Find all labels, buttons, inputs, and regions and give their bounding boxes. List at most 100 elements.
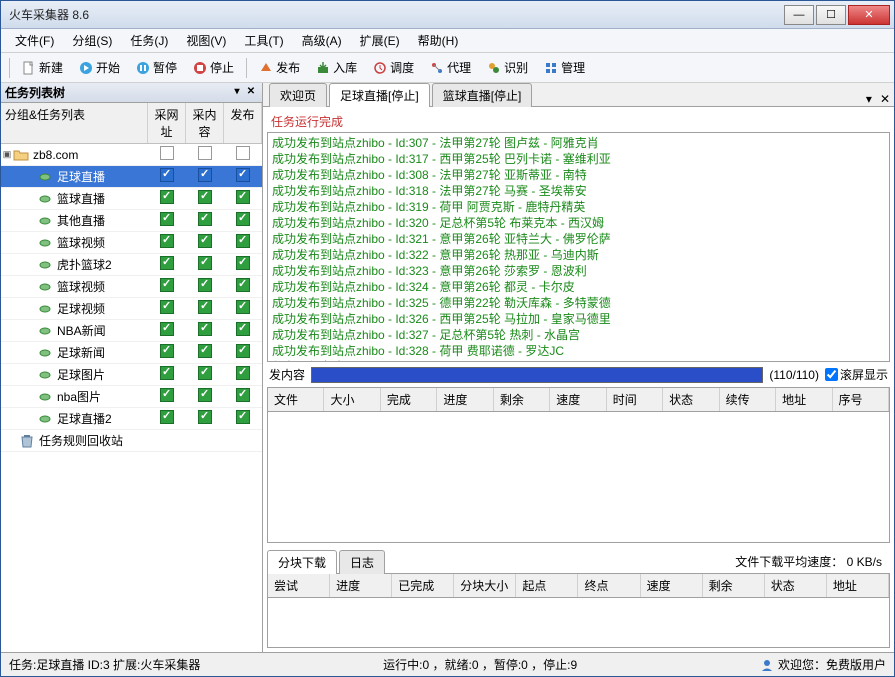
grid-col[interactable]: 起点	[516, 574, 578, 597]
grid-col[interactable]: 进度	[330, 574, 392, 597]
checkbox[interactable]	[160, 344, 174, 358]
file-grid-body[interactable]	[267, 412, 890, 543]
grid-col[interactable]: 状态	[765, 574, 827, 597]
checkbox[interactable]	[198, 256, 212, 270]
checkbox[interactable]	[160, 212, 174, 226]
tab[interactable]: 篮球直播[停止]	[432, 83, 533, 107]
close-button[interactable]: ✕	[848, 5, 890, 25]
checkbox[interactable]	[236, 212, 250, 226]
checkbox[interactable]	[160, 410, 174, 424]
maximize-button[interactable]: ☐	[816, 5, 846, 25]
tab[interactable]: 欢迎页	[269, 83, 327, 107]
panel-dropdown-icon[interactable]: ▾	[230, 86, 244, 100]
grid-col[interactable]: 完成	[381, 388, 437, 411]
grid-col[interactable]: 地址	[827, 574, 889, 597]
checkbox[interactable]	[236, 344, 250, 358]
checkbox[interactable]	[236, 146, 250, 160]
menu-item[interactable]: 分组(S)	[64, 30, 120, 51]
recognize-button[interactable]: 识别	[481, 56, 534, 79]
grid-col[interactable]: 续传	[720, 388, 776, 411]
subtab-chunk[interactable]: 分块下载	[267, 550, 337, 574]
tree-item[interactable]: 足球直播	[1, 166, 262, 188]
grid-col[interactable]: 状态	[663, 388, 719, 411]
schedule-button[interactable]: 调度	[367, 56, 420, 79]
grid-col[interactable]: 剩余	[494, 388, 550, 411]
log-box[interactable]: 成功发布到站点zhibo - Id:307 - 法甲第27轮 图卢兹 - 阿雅克…	[267, 132, 890, 362]
new-button[interactable]: 新建	[16, 56, 69, 79]
tree-item[interactable]: nba图片	[1, 386, 262, 408]
tree-item[interactable]: 篮球直播	[1, 188, 262, 210]
manage-button[interactable]: 管理	[538, 56, 591, 79]
checkbox[interactable]	[160, 366, 174, 380]
checkbox[interactable]	[236, 168, 250, 182]
chunk-grid-body[interactable]	[267, 598, 890, 648]
checkbox[interactable]	[160, 278, 174, 292]
grid-col[interactable]: 文件	[268, 388, 324, 411]
menu-item[interactable]: 扩展(E)	[352, 30, 408, 51]
checkbox[interactable]	[236, 410, 250, 424]
grid-col[interactable]: 已完成	[392, 574, 454, 597]
grid-col[interactable]: 终点	[578, 574, 640, 597]
checkbox[interactable]	[160, 146, 174, 160]
start-button[interactable]: 开始	[73, 56, 126, 79]
checkbox[interactable]	[160, 300, 174, 314]
subtab-log[interactable]: 日志	[339, 550, 385, 574]
tree-item[interactable]: 足球视频	[1, 298, 262, 320]
import-button[interactable]: 入库	[310, 56, 363, 79]
tree-item[interactable]: 足球新闻	[1, 342, 262, 364]
checkbox[interactable]	[198, 146, 212, 160]
checkbox[interactable]	[236, 234, 250, 248]
grid-col[interactable]: 尝试	[268, 574, 330, 597]
scroll-checkbox[interactable]: 滚屏显示	[825, 366, 888, 383]
checkbox[interactable]	[198, 344, 212, 358]
checkbox[interactable]	[198, 388, 212, 402]
menu-item[interactable]: 文件(F)	[7, 30, 62, 51]
tree-item[interactable]: 其他直播	[1, 210, 262, 232]
checkbox[interactable]	[198, 168, 212, 182]
checkbox[interactable]	[198, 322, 212, 336]
grid-col[interactable]: 大小	[324, 388, 380, 411]
grid-col[interactable]: 时间	[607, 388, 663, 411]
checkbox[interactable]	[236, 366, 250, 380]
grid-col[interactable]: 地址	[776, 388, 832, 411]
panel-close-icon[interactable]: ✕	[244, 86, 258, 100]
grid-col[interactable]: 序号	[833, 388, 889, 411]
checkbox[interactable]	[198, 410, 212, 424]
proxy-button[interactable]: 代理	[424, 56, 477, 79]
tree-item[interactable]: 篮球视频	[1, 232, 262, 254]
minimize-button[interactable]: —	[784, 5, 814, 25]
col-url[interactable]: 采网址	[148, 103, 186, 143]
tree-item[interactable]: 足球直播2	[1, 408, 262, 430]
stop-button[interactable]: 停止	[187, 56, 240, 79]
tab[interactable]: 足球直播[停止]	[329, 83, 430, 107]
grid-col[interactable]: 剩余	[703, 574, 765, 597]
tree-root[interactable]: ▣ zb8.com	[1, 144, 262, 166]
menu-item[interactable]: 高级(A)	[294, 30, 350, 51]
col-publish[interactable]: 发布	[224, 103, 262, 143]
checkbox[interactable]	[198, 300, 212, 314]
checkbox[interactable]	[236, 190, 250, 204]
col-content[interactable]: 采内容	[186, 103, 224, 143]
menu-item[interactable]: 帮助(H)	[410, 30, 467, 51]
checkbox[interactable]	[160, 234, 174, 248]
recycle-bin-row[interactable]: 任务规则回收站	[1, 430, 262, 452]
grid-col[interactable]: 分块大小	[454, 574, 516, 597]
tree-item[interactable]: NBA新闻	[1, 320, 262, 342]
tree-item[interactable]: 虎扑篮球2	[1, 254, 262, 276]
menu-item[interactable]: 任务(J)	[122, 30, 176, 51]
checkbox[interactable]	[198, 278, 212, 292]
checkbox[interactable]	[236, 300, 250, 314]
checkbox[interactable]	[198, 212, 212, 226]
checkbox[interactable]	[236, 278, 250, 292]
menu-item[interactable]: 工具(T)	[236, 30, 291, 51]
tree-item[interactable]: 篮球视频	[1, 276, 262, 298]
tab-dropdown-icon[interactable]: ▾	[862, 92, 876, 106]
expander-icon[interactable]: ▣	[1, 149, 13, 160]
checkbox[interactable]	[160, 190, 174, 204]
checkbox[interactable]	[236, 388, 250, 402]
tab-close-icon[interactable]: ✕	[876, 92, 894, 106]
checkbox[interactable]	[160, 388, 174, 402]
checkbox[interactable]	[198, 190, 212, 204]
grid-col[interactable]: 进度	[437, 388, 493, 411]
checkbox[interactable]	[198, 366, 212, 380]
